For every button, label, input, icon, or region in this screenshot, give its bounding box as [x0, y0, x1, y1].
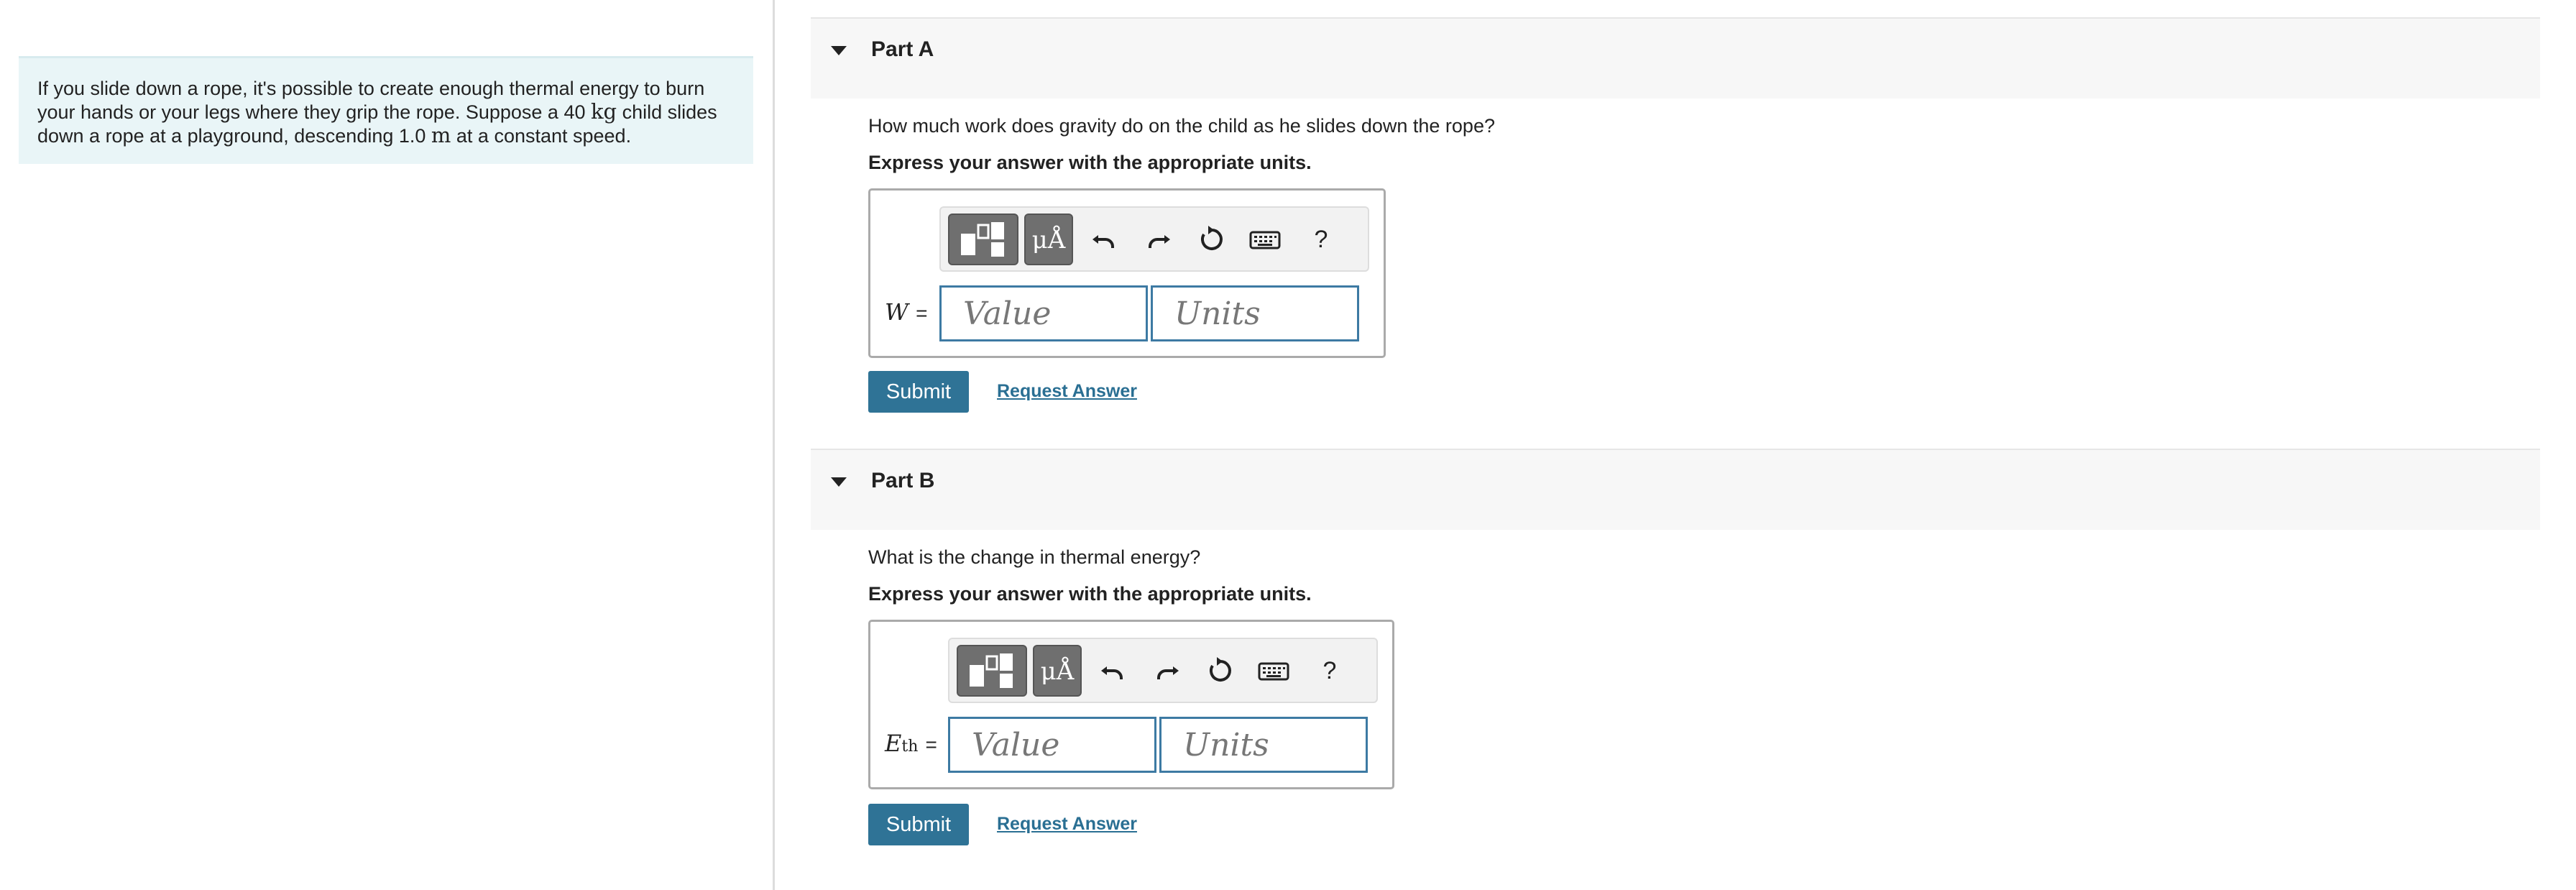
problem-panel: If you slide down a rope, it's possible …	[0, 0, 773, 890]
keyboard-button[interactable]	[1247, 219, 1283, 260]
request-answer-link[interactable]: Request Answer	[997, 814, 1137, 835]
keyboard-button[interactable]	[1256, 651, 1292, 691]
var-w: W	[885, 298, 908, 326]
templates-icon	[961, 222, 1004, 257]
reset-icon	[1201, 226, 1223, 250]
part-b-answer-box: μÅ ? Eth =	[868, 620, 1394, 789]
units-button[interactable]: μÅ	[1033, 645, 1082, 697]
part-b-variable-label: Eth =	[885, 730, 937, 757]
var-subscript: th	[901, 738, 919, 756]
problem-statement: If you slide down a rope, it's possible …	[19, 56, 753, 164]
reset-icon	[1210, 657, 1231, 682]
redo-button[interactable]	[1149, 651, 1185, 691]
units-input[interactable]	[1159, 717, 1368, 773]
units-label: μÅ	[1040, 657, 1075, 686]
var-e: E	[885, 730, 902, 757]
distance-unit: m	[431, 123, 451, 147]
value-input[interactable]	[948, 717, 1156, 773]
part-b-header[interactable]: Part B	[811, 449, 2540, 530]
undo-button[interactable]	[1095, 651, 1131, 691]
math-toolbar: μÅ ?	[948, 638, 1378, 703]
undo-icon	[1101, 666, 1123, 679]
math-toolbar: μÅ ?	[939, 206, 1369, 272]
templates-button[interactable]	[948, 214, 1018, 265]
help-label: ?	[1314, 225, 1328, 253]
reset-button[interactable]	[1202, 651, 1238, 691]
collapse-caret-icon[interactable]	[831, 477, 847, 487]
part-b-instruction: Express your answer with the appropriate…	[868, 583, 1312, 605]
help-button[interactable]: ?	[1312, 651, 1348, 691]
mass-unit: kg	[590, 99, 617, 124]
reset-button[interactable]	[1194, 219, 1230, 260]
value-input[interactable]	[939, 285, 1148, 341]
part-a-variable-label: W =	[885, 298, 927, 326]
submit-button[interactable]: Submit	[868, 804, 969, 845]
part-a-header[interactable]: Part A	[811, 17, 2540, 98]
keyboard-icon	[1249, 231, 1281, 249]
units-button[interactable]: μÅ	[1024, 214, 1073, 265]
templates-button[interactable]	[957, 645, 1027, 697]
collapse-caret-icon[interactable]	[831, 46, 847, 55]
units-input[interactable]	[1151, 285, 1359, 341]
help-button[interactable]: ?	[1303, 219, 1339, 260]
undo-button[interactable]	[1086, 219, 1122, 260]
part-a-title: Part A	[871, 37, 934, 61]
keyboard-icon	[1258, 662, 1289, 681]
redo-button[interactable]	[1141, 219, 1177, 260]
part-b-question: What is the change in thermal energy?	[868, 546, 1201, 568]
redo-icon	[1157, 666, 1179, 679]
column-divider	[773, 0, 775, 890]
units-label: μÅ	[1031, 226, 1066, 254]
help-label: ?	[1322, 656, 1337, 684]
templates-icon	[970, 653, 1013, 688]
part-a-answer-box: μÅ ? W =	[868, 188, 1386, 358]
equals-sign: =	[925, 733, 937, 756]
problem-text-3: at a constant speed.	[451, 125, 632, 147]
part-a-instruction: Express your answer with the appropriate…	[868, 152, 1312, 173]
redo-icon	[1149, 235, 1170, 248]
request-answer-link[interactable]: Request Answer	[997, 381, 1137, 402]
part-a-question: How much work does gravity do on the chi…	[868, 115, 1495, 137]
part-b-title: Part B	[871, 469, 935, 492]
submit-button[interactable]: Submit	[868, 371, 969, 413]
undo-icon	[1092, 235, 1114, 248]
equals-sign: =	[916, 302, 928, 324]
